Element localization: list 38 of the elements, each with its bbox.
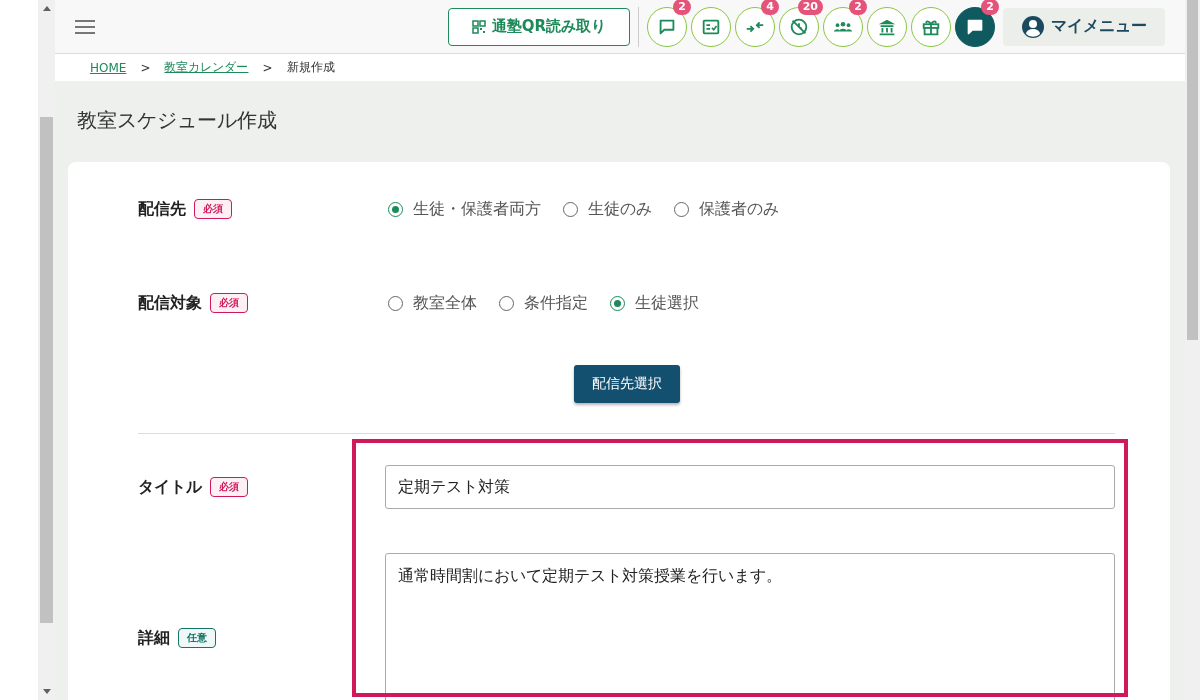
- field-label: 配信先: [138, 198, 186, 220]
- field-label: タイトル: [138, 476, 202, 498]
- count-badge: 2: [981, 0, 999, 15]
- field-label: 配信対象: [138, 292, 202, 314]
- field-label: 詳細: [138, 627, 170, 649]
- toolbar-icon-button[interactable]: [867, 6, 907, 47]
- page-title: 教室スケジュール作成: [77, 107, 278, 134]
- scrollbar[interactable]: [1185, 0, 1200, 700]
- breadcrumb-link[interactable]: 教室カレンダー: [164, 59, 249, 76]
- menu-icon[interactable]: [75, 19, 95, 34]
- required-badge: 必須: [210, 477, 248, 497]
- breadcrumb-link[interactable]: HOME: [90, 60, 127, 75]
- scrollbar[interactable]: [38, 0, 55, 700]
- count-badge: 4: [761, 0, 779, 15]
- breadcrumb-text: >: [140, 60, 151, 75]
- radio-option[interactable]: 保護者のみ: [674, 198, 779, 220]
- radio-option[interactable]: 生徒・保護者両方: [388, 198, 541, 220]
- user-icon: [1021, 14, 1045, 39]
- radio-option[interactable]: 教室全体: [388, 292, 477, 314]
- count-badge: 2: [673, 0, 691, 15]
- count-badge: 20: [797, 0, 823, 15]
- select-recipients-button[interactable]: 配信先選択: [573, 365, 680, 403]
- title-input-field[interactable]: 定期テスト対策: [385, 465, 1115, 509]
- toolbar-icon-button[interactable]: [911, 6, 951, 47]
- radio-option[interactable]: 生徒のみ: [563, 198, 652, 220]
- count-badge: 2: [849, 0, 867, 15]
- required-badge: 必須: [210, 293, 248, 313]
- breadcrumb-text: 新規作成: [286, 59, 335, 76]
- optional-badge: 任意: [178, 628, 216, 648]
- my-menu-button[interactable]: マイメニュー: [1003, 7, 1165, 46]
- required-badge: 必須: [194, 199, 232, 219]
- radio-option[interactable]: 生徒選択: [610, 292, 699, 314]
- toolbar-icon-button[interactable]: [691, 6, 731, 47]
- breadcrumb-text: >: [262, 60, 273, 75]
- qr-icon: [471, 19, 486, 34]
- qr-scan-button[interactable]: 通塾QR読み取り: [448, 7, 630, 46]
- radio-option[interactable]: 条件指定: [499, 292, 588, 314]
- detail-text-area[interactable]: 通常時間割において定期テスト対策授業を行います。: [385, 553, 1115, 700]
